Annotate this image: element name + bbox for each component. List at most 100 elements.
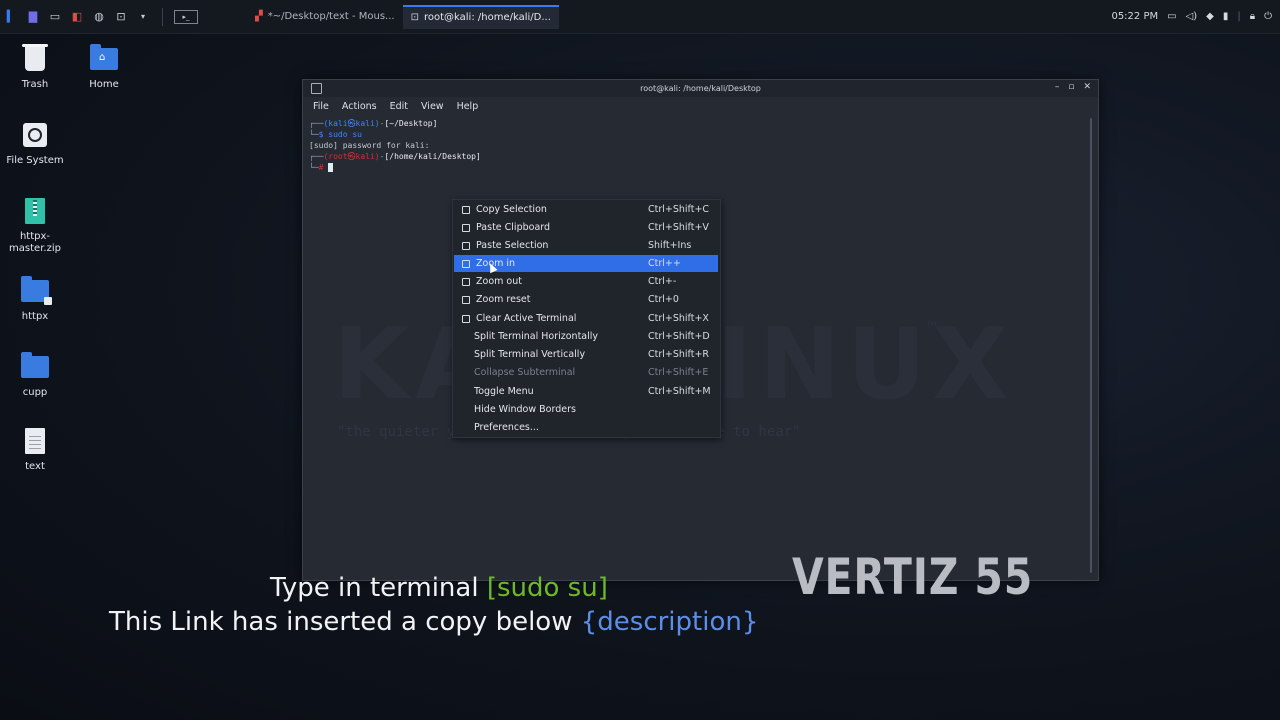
system-tray: 05:22 PM ▭ ◁) ◆ ▮ | 🔒︎ ⏻	[1111, 0, 1272, 33]
menu-item-icon	[462, 314, 470, 323]
volume-icon[interactable]: ◁)	[1186, 11, 1198, 22]
task-terminal[interactable]: ⊡ root@kali: /home/kali/D...	[402, 4, 559, 29]
desktop-icon-label: cupp	[22, 387, 48, 398]
caption-text: Type in terminal	[270, 573, 487, 603]
sudo-prompt-line: [sudo] password for kali:	[309, 141, 430, 150]
display-icon[interactable]: ▭	[1167, 11, 1176, 22]
desktop-icon-cupp[interactable]: cupp	[0, 352, 70, 398]
prompt-line-2: ┌──(root㉿kali)-[/home/kali/Desktop]	[309, 151, 1092, 162]
menu-item-shortcut: Ctrl+Shift+E	[648, 367, 709, 378]
menu-view[interactable]: View	[421, 101, 444, 112]
desktop-icon-httpx[interactable]: httpx	[0, 276, 70, 322]
menu-item-split-terminal-horizontally[interactable]: Split Terminal Horizontally Ctrl+Shift+D	[454, 328, 718, 345]
menu-item-zoom-out[interactable]: Zoom out Ctrl+-	[454, 273, 718, 290]
caption-line-1: Type in terminal [sudo su]	[270, 573, 608, 603]
command-line: └─$ sudo su	[309, 129, 1092, 140]
taskbar: ▍ ▇ ▭ ◧ ◍ ⊡ ▾ ▸_ ▞ *~/Desktop/text - Mou…	[0, 0, 1280, 34]
menu-item-shortcut: Ctrl+Shift+X	[648, 313, 709, 324]
caption-line-2: This Link has inserted a copy below {des…	[109, 607, 758, 637]
menu-item-preferences[interactable]: Preferences...	[454, 419, 718, 436]
task-label: root@kali: /home/kali/D...	[423, 12, 551, 23]
menu-item-toggle-menu[interactable]: Toggle Menu Ctrl+Shift+M	[454, 383, 718, 400]
terminal-window-icon	[311, 83, 322, 94]
menu-item-shortcut: Ctrl+-	[648, 276, 677, 287]
prompt-root-user: (root㉿kali)	[323, 152, 380, 161]
menu-item-zoom-reset[interactable]: Zoom reset Ctrl+0	[454, 291, 718, 308]
desktop-icon-file-system[interactable]: File System	[0, 120, 70, 166]
file-manager-icon[interactable]: ▭	[47, 10, 63, 24]
power-icon[interactable]: ⏻	[1264, 11, 1272, 22]
minimize-icon[interactable]: –	[1055, 82, 1060, 92]
text-editor-icon[interactable]: ◧	[69, 10, 85, 24]
notification-bell-icon[interactable]: ◆	[1206, 11, 1214, 22]
watermark-trademark: ™	[925, 320, 939, 336]
menu-item-label: Zoom in	[476, 258, 516, 269]
menu-item-icon	[462, 241, 470, 250]
show-desktop-icon[interactable]: ▇	[25, 10, 41, 24]
menu-item-label: Clear Active Terminal	[476, 313, 577, 324]
menu-file[interactable]: File	[313, 101, 329, 112]
menu-item-label: Zoom out	[476, 276, 522, 287]
battery-icon[interactable]: ▮	[1223, 11, 1229, 22]
browser-icon[interactable]: ◍	[91, 10, 107, 24]
menu-actions[interactable]: Actions	[342, 101, 377, 112]
chevron-down-icon[interactable]: ▾	[135, 10, 151, 24]
text-file-icon	[21, 426, 49, 456]
menu-item-shortcut: Ctrl+Shift+M	[648, 386, 711, 397]
menu-item-shortcut: Ctrl++	[648, 258, 681, 269]
prompt-path: [~/Desktop]	[384, 119, 438, 128]
terminal-launcher-icon[interactable]: ⊡	[113, 10, 129, 24]
menu-item-paste-selection[interactable]: Paste Selection Shift+Ins	[454, 237, 718, 254]
terminal-scrollbar[interactable]	[1090, 118, 1092, 573]
desktop-icon-trash[interactable]: Trash	[0, 44, 70, 90]
menu-help[interactable]: Help	[457, 101, 479, 112]
menu-item-split-terminal-vertically[interactable]: Split Terminal Vertically Ctrl+Shift+R	[454, 346, 718, 363]
prompt-path: [/home/kali/Desktop]	[384, 152, 481, 161]
menu-item-clear-active-terminal[interactable]: Clear Active Terminal Ctrl+Shift+X	[454, 310, 718, 327]
channel-brand: VERTIZ 55	[792, 548, 1034, 606]
kali-menu-icon[interactable]: ▍	[3, 10, 19, 24]
desktop-icon-label: httpx- master.zip	[9, 231, 61, 254]
clock[interactable]: 05:22 PM	[1111, 11, 1158, 22]
prompt-corner: ┌──	[309, 152, 324, 161]
desktop-icon-label: httpx	[21, 311, 49, 322]
menu-item-icon	[462, 223, 470, 232]
menu-item-label: Zoom reset	[476, 294, 531, 305]
menu-item-shortcut: Ctrl+Shift+D	[648, 331, 710, 342]
prompt-line-1: ┌──(kali㉿kali)-[~/Desktop]	[309, 118, 1092, 129]
prompt-symbol: #	[318, 163, 329, 172]
maximize-icon[interactable]: ▫	[1068, 82, 1074, 92]
menu-item-icon	[462, 205, 470, 214]
workspace-icon[interactable]: ▸_	[174, 9, 198, 24]
window-controls: – ▫ ✕	[1055, 82, 1091, 92]
separator-icon: |	[1237, 11, 1241, 22]
terminal-output[interactable]: ┌──(kali㉿kali)-[~/Desktop] └─$ sudo su […	[303, 115, 1098, 176]
terminal-icon: ⊡	[410, 12, 419, 23]
menu-edit[interactable]: Edit	[390, 101, 408, 112]
folder-icon	[21, 352, 49, 382]
menu-item-hide-window-borders[interactable]: Hide Window Borders	[454, 401, 718, 418]
menu-item-icon	[462, 407, 468, 413]
menu-item-label: Split Terminal Vertically	[474, 349, 586, 360]
desktop-icon-home[interactable]: ⌂ Home	[69, 44, 139, 90]
desktop-icon-label: Trash	[21, 79, 49, 90]
prompt-corner: └─	[309, 130, 319, 139]
menu-item-icon	[462, 425, 468, 431]
window-title: root@kali: /home/kali/Desktop	[640, 84, 761, 93]
menu-item-copy-selection[interactable]: Copy Selection Ctrl+Shift+C	[454, 201, 718, 218]
window-titlebar[interactable]: root@kali: /home/kali/Desktop – ▫ ✕	[303, 80, 1098, 97]
menu-item-paste-clipboard[interactable]: Paste Clipboard Ctrl+Shift+V	[454, 219, 718, 236]
zip-archive-icon	[21, 196, 49, 226]
prompt-symbol: $	[318, 130, 329, 139]
desktop-icon-text[interactable]: text	[0, 426, 70, 472]
prompt-corner: ┌──	[309, 119, 324, 128]
lock-icon[interactable]: 🔒︎	[1250, 11, 1255, 22]
task-mousepad[interactable]: ▞ *~/Desktop/text - Mous...	[247, 5, 403, 29]
close-icon[interactable]: ✕	[1083, 82, 1091, 92]
mousepad-icon: ▞	[255, 11, 263, 22]
menu-item-label: Split Terminal Horizontally	[474, 331, 599, 342]
home-folder-icon: ⌂	[90, 44, 118, 74]
active-prompt-line: └─#	[309, 162, 1092, 173]
menu-item-shortcut: Shift+Ins	[648, 240, 692, 251]
desktop-icon-httpx-zip[interactable]: httpx- master.zip	[0, 196, 70, 255]
